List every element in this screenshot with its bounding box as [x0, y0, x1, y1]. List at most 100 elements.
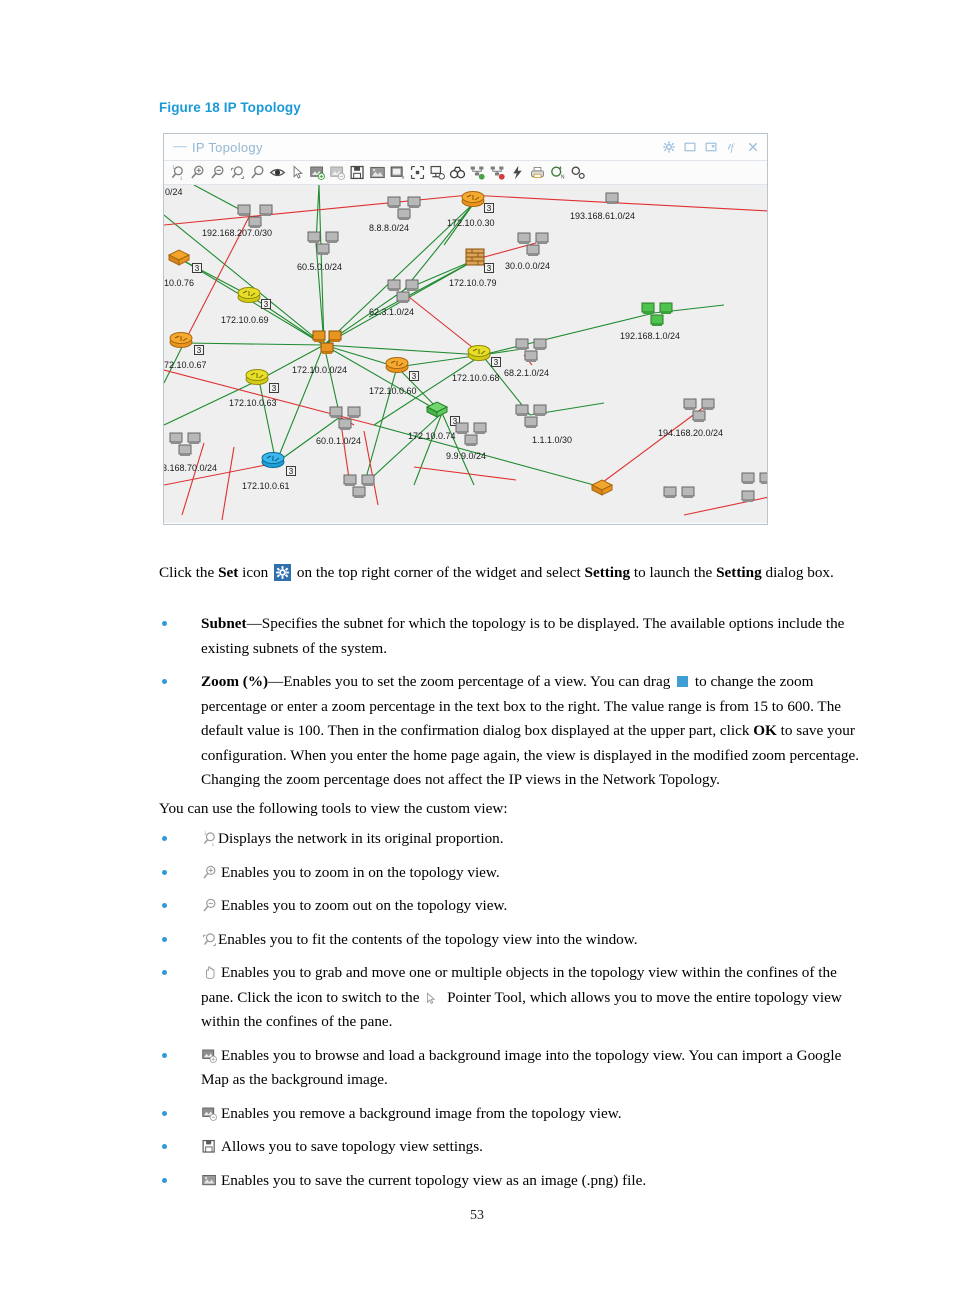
tool-fit-window: Enables you to fit the contents of the t… [159, 928, 871, 953]
svg-text:v: v [402, 175, 405, 181]
zoom-in-icon[interactable] [189, 164, 206, 181]
bullet-subnet: Subnet—Specifies the subnet for which th… [159, 612, 871, 661]
node-badge: 3 [484, 263, 494, 273]
original-proportion-icon: 11 [201, 830, 218, 847]
figure-caption: Figure 18 IP Topology [159, 100, 301, 115]
settings-gear-icon[interactable] [569, 164, 586, 181]
pointer-tool-icon [423, 990, 440, 1007]
hand-grab-icon [201, 964, 218, 981]
node-label: 172.10.0.68 [452, 373, 500, 383]
subnet-label: 60.0.1.0/24 [316, 436, 362, 446]
setting-bold-1: Setting [584, 564, 631, 581]
add-background-image-icon[interactable] [309, 164, 326, 181]
node-badge: 3 [192, 263, 202, 273]
find-icon[interactable] [449, 164, 466, 181]
refresh-topology-icon[interactable]: N [549, 164, 566, 181]
node-label: 172.10.0.61 [242, 481, 290, 491]
zoom-out-icon[interactable] [209, 164, 226, 181]
ip-topology-widget: — IP Topology f 1 1 v N 0/24 192.168.207… [163, 133, 768, 525]
magnifier-icon[interactable] [249, 164, 266, 181]
setting-bold-2: Setting [716, 564, 762, 581]
tool-text: Enables you remove a background image fr… [221, 1104, 622, 1122]
save-as-image-icon[interactable] [369, 164, 386, 181]
svg-text:1: 1 [180, 175, 183, 180]
widget-controls: f [663, 141, 759, 153]
layout-icon[interactable]: v [389, 164, 406, 181]
svg-text:1: 1 [204, 831, 207, 836]
intro-paragraph: Click the Set icon on the top right corn… [159, 561, 871, 586]
gear-icon[interactable] [663, 141, 675, 153]
subnet-label: 9.9.9.0/24 [446, 451, 487, 461]
subnet-label: 192.168.207.0/30 [202, 228, 273, 238]
node-label: 10.0.76 [164, 278, 195, 288]
zoom-bold: Zoom (%) [201, 673, 269, 690]
subnet-text: —Specifies the subnet for which the topo… [201, 615, 845, 657]
tool-text: Enables you to zoom out on the topology … [221, 897, 508, 914]
topology-canvas[interactable]: 0/24 192.168.207.0/30 8.8.8.0/24 3 172.1… [164, 185, 767, 523]
zoom-slider-handle-icon [677, 676, 689, 687]
widget-title: IP Topology [192, 139, 263, 155]
tool-grab: Enables you to grab and move one or mult… [159, 961, 871, 1035]
restore-icon[interactable] [705, 141, 717, 153]
tool-add-background: Enables you to browse and load a backgro… [159, 1044, 871, 1093]
tool-zoom-out: Enables you to zoom out on the topology … [159, 894, 871, 919]
svg-text:N: N [561, 174, 565, 180]
widget-titlebar: — IP Topology f [164, 134, 767, 161]
alarm-icon[interactable] [509, 164, 526, 181]
bullet-zoom: Zoom (%)—Enables you to set the zoom per… [159, 670, 871, 793]
save-icon [201, 1138, 218, 1155]
save-icon[interactable] [349, 164, 366, 181]
printer-icon[interactable] [529, 164, 546, 181]
fit-to-window-icon[interactable] [229, 164, 246, 181]
node-label: 172.10.0.63 [229, 398, 277, 408]
node-badge: 3 [269, 383, 279, 393]
setting-options-list: Subnet—Specifies the subnet for which th… [159, 612, 871, 802]
link-add-icon[interactable] [469, 164, 486, 181]
intro-text-2: icon [238, 564, 273, 581]
tool-save-image: Enables you to save the current topology… [159, 1169, 871, 1194]
collapse-dash-icon[interactable]: — [173, 140, 187, 154]
node-label: 172.10.0.69 [221, 315, 269, 325]
select-area-icon[interactable] [409, 164, 426, 181]
remove-background-image-icon [201, 1105, 218, 1122]
subnet-label: 8.8.8.0/24 [369, 223, 410, 233]
set-bold: Set [218, 564, 239, 581]
svg-text:1: 1 [212, 842, 215, 847]
intro-text-5: dialog box. [761, 564, 834, 581]
node-badge: 3 [409, 371, 419, 381]
subnet-label: 68.2.1.0/24 [504, 368, 550, 378]
remove-background-image-icon[interactable] [329, 164, 346, 181]
link-remove-icon[interactable] [489, 164, 506, 181]
tool-remove-background: Enables you remove a background image fr… [159, 1102, 871, 1127]
tool-text: Enables you to browse and load a backgro… [201, 1046, 842, 1089]
subnet-label: 172.10.0.0/24 [292, 365, 348, 375]
node-badge: 3 [194, 345, 204, 355]
pointer-tool-icon[interactable] [289, 164, 306, 181]
tool-text: Enables you to save the current topology… [221, 1171, 647, 1189]
original-proportion-icon[interactable]: 1 1 [169, 164, 186, 181]
tool-original-proportion: 1 1 Displays the network in its original p… [159, 827, 871, 852]
tool-text: Enables you to zoom in on the topology v… [221, 863, 500, 881]
intro-text-3: on the top right corner of the widget an… [293, 564, 585, 581]
eye-icon[interactable] [269, 164, 286, 181]
refresh-icon[interactable]: f [726, 141, 738, 153]
subnet-label: 60.5.0.0/24 [297, 262, 343, 272]
node-label: 172.10.0.30 [447, 218, 495, 228]
zoom-in-icon [201, 864, 218, 881]
save-as-image-icon [201, 1172, 218, 1189]
topology-toolbar: 1 1 v N [164, 161, 767, 185]
subnet-label: 193.168.61.0/24 [570, 211, 636, 221]
subnet-bold: Subnet [201, 615, 247, 632]
fit-to-window-icon [201, 931, 218, 948]
node-badge: 3 [491, 357, 501, 367]
node-badge: 3 [484, 203, 494, 213]
ok-bold: OK [753, 722, 777, 739]
subnet-label: 1.1.1.0/30 [532, 435, 573, 445]
close-icon[interactable] [747, 141, 759, 153]
subnet-label: 3.168.70.0/24 [164, 463, 218, 473]
zoom-out-icon [201, 897, 218, 914]
tool-save-settings: Allows you to save topology view setting… [159, 1135, 871, 1160]
tools-intro-paragraph: You can use the following tools to view … [159, 800, 508, 817]
add-node-icon[interactable] [429, 164, 446, 181]
maximize-icon[interactable] [684, 141, 696, 153]
